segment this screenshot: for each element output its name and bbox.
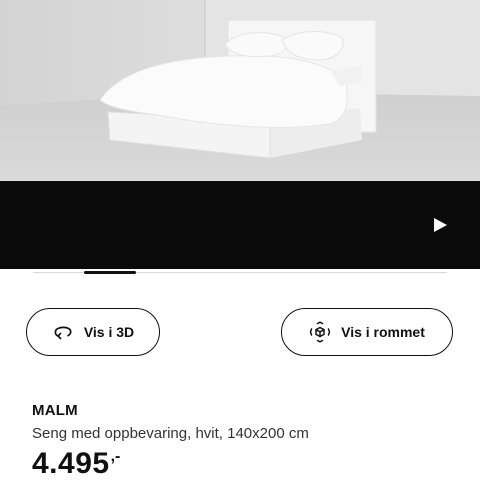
view-3d-label: Vis i 3D — [83, 324, 135, 340]
product-description: Seng med oppbevaring, hvit, 140x200 cm — [32, 425, 309, 442]
price-value: 4.495 — [32, 447, 110, 480]
product-image[interactable] — [0, 0, 480, 181]
play-icon[interactable] — [430, 215, 450, 235]
view-in-room-label: Vis i rommet — [341, 324, 425, 340]
ar-cube-icon — [309, 321, 331, 343]
bed-illustration — [0, 0, 480, 181]
video-player[interactable] — [0, 181, 480, 269]
view-in-room-button[interactable]: Vis i rommet — [281, 308, 453, 356]
price-suffix: ,- — [110, 448, 121, 465]
carousel-indicator[interactable] — [84, 271, 136, 274]
product-name: MALM — [32, 402, 78, 419]
product-price: 4.495 ,- — [32, 446, 120, 482]
view-3d-button[interactable]: Vis i 3D — [26, 308, 160, 356]
rotate-3d-icon — [52, 321, 74, 343]
